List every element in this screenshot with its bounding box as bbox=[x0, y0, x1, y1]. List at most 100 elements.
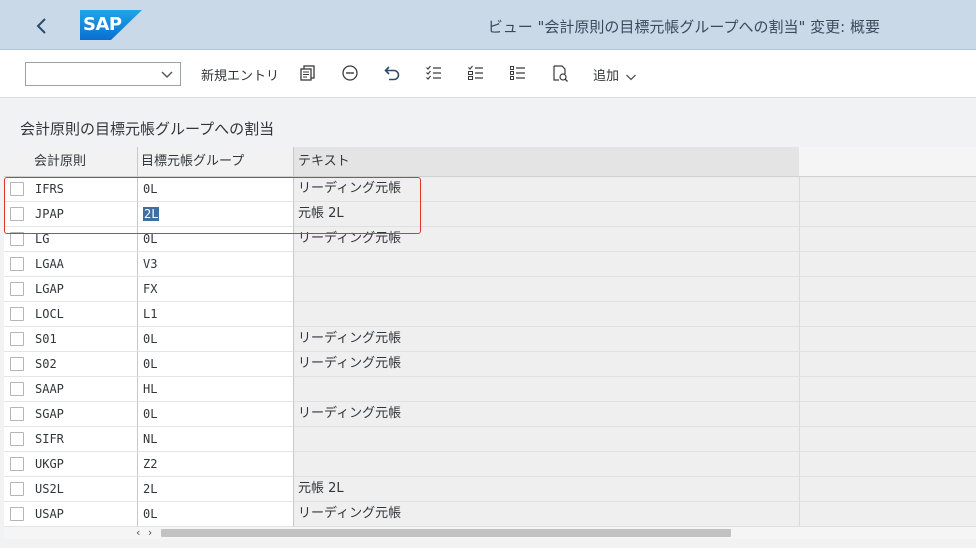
row-selector[interactable] bbox=[4, 177, 28, 202]
row-checkbox[interactable] bbox=[10, 432, 24, 446]
row-checkbox[interactable] bbox=[10, 207, 24, 221]
cell-ledger-group[interactable]: NL bbox=[137, 427, 293, 452]
cell-ledger-group[interactable]: 0L bbox=[137, 352, 293, 377]
delete-icon[interactable] bbox=[340, 63, 360, 83]
cell-ledger-group[interactable]: Z2 bbox=[137, 452, 293, 477]
back-button[interactable] bbox=[26, 10, 58, 42]
ledger-group-value[interactable]: 2L bbox=[143, 207, 160, 221]
cell-ledger-group[interactable]: HL bbox=[137, 377, 293, 402]
row-checkbox[interactable] bbox=[10, 507, 24, 521]
cell-text: リーディング元帳 bbox=[293, 327, 799, 352]
select-all-header[interactable] bbox=[4, 147, 28, 177]
ledger-group-value[interactable]: 0L bbox=[143, 182, 157, 196]
ledger-group-value[interactable]: 0L bbox=[143, 357, 157, 371]
ledger-group-value[interactable]: V3 bbox=[143, 257, 157, 271]
row-checkbox[interactable] bbox=[10, 182, 24, 196]
row-selector[interactable] bbox=[4, 402, 28, 427]
table-row[interactable]: LGAP FX bbox=[4, 277, 976, 302]
row-selector[interactable] bbox=[4, 277, 28, 302]
undo-icon[interactable] bbox=[382, 63, 402, 83]
ledger-group-value[interactable]: 2L bbox=[143, 482, 157, 496]
row-checkbox[interactable] bbox=[10, 382, 24, 396]
cell-text bbox=[293, 277, 799, 302]
details-icon[interactable] bbox=[550, 63, 570, 83]
column-header-principle[interactable]: 会計原則 bbox=[28, 147, 137, 177]
horizontal-scrollbar[interactable]: ‹ › bbox=[4, 526, 976, 539]
cell-ledger-group[interactable]: V3 bbox=[137, 252, 293, 277]
column-header-ledger-group[interactable]: 目標元帳グループ bbox=[137, 147, 293, 177]
text-value: 元帳 2L bbox=[298, 481, 344, 496]
copy-icon[interactable] bbox=[298, 63, 318, 83]
cell-ledger-group[interactable]: 0L bbox=[137, 177, 293, 202]
new-entry-button[interactable]: 新規エントリ bbox=[201, 65, 279, 84]
table-row[interactable]: SAAP HL bbox=[4, 377, 976, 402]
ledger-group-value[interactable]: 0L bbox=[143, 232, 157, 246]
row-selector[interactable] bbox=[4, 377, 28, 402]
row-selector[interactable] bbox=[4, 352, 28, 377]
ledger-group-value[interactable]: 0L bbox=[143, 332, 157, 346]
column-header-text[interactable]: テキスト bbox=[293, 147, 799, 177]
select-all-icon[interactable] bbox=[424, 63, 444, 83]
row-selector[interactable] bbox=[4, 227, 28, 252]
ledger-group-value[interactable]: NL bbox=[143, 432, 157, 446]
row-checkbox[interactable] bbox=[10, 482, 24, 496]
ledger-group-value[interactable]: HL bbox=[143, 382, 157, 396]
row-checkbox[interactable] bbox=[10, 257, 24, 271]
cell-principle: LOCL bbox=[28, 302, 137, 327]
scroll-arrows[interactable]: ‹ › bbox=[136, 526, 154, 539]
row-checkbox[interactable] bbox=[10, 332, 24, 346]
ledger-group-value[interactable]: 0L bbox=[143, 407, 157, 421]
table-row[interactable]: US2L 2L 元帳 2L bbox=[4, 477, 976, 502]
table-row[interactable]: JPAP 2L 元帳 2L bbox=[4, 202, 976, 227]
text-value: リーディング元帳 bbox=[298, 331, 402, 346]
row-checkbox[interactable] bbox=[10, 232, 24, 246]
ledger-group-value[interactable]: Z2 bbox=[143, 457, 157, 471]
row-checkbox[interactable] bbox=[10, 457, 24, 471]
row-selector[interactable] bbox=[4, 427, 28, 452]
cell-principle: SAAP bbox=[28, 377, 137, 402]
sap-logo[interactable]: SAP bbox=[80, 10, 142, 40]
row-checkbox[interactable] bbox=[10, 282, 24, 296]
add-menu-button[interactable]: 追加 bbox=[593, 65, 637, 84]
cell-ledger-group[interactable]: 2L bbox=[137, 477, 293, 502]
principle-value: LOCL bbox=[35, 307, 64, 321]
deselect-all-icon[interactable] bbox=[466, 63, 486, 83]
row-checkbox[interactable] bbox=[10, 407, 24, 421]
cell-principle: JPAP bbox=[28, 202, 137, 227]
ledger-group-value[interactable]: 0L bbox=[143, 507, 157, 521]
row-selector[interactable] bbox=[4, 477, 28, 502]
table-row[interactable]: S01 0L リーディング元帳 bbox=[4, 327, 976, 352]
table-row[interactable]: LOCL L1 bbox=[4, 302, 976, 327]
select-block-icon[interactable] bbox=[508, 63, 528, 83]
cell-ledger-group[interactable]: 0L bbox=[137, 502, 293, 527]
row-checkbox[interactable] bbox=[10, 307, 24, 321]
command-dropdown[interactable] bbox=[25, 62, 181, 86]
row-selector[interactable] bbox=[4, 452, 28, 477]
row-selector[interactable] bbox=[4, 302, 28, 327]
cell-ledger-group[interactable]: 0L bbox=[137, 327, 293, 352]
cell-ledger-group[interactable]: 0L bbox=[137, 227, 293, 252]
row-selector[interactable] bbox=[4, 252, 28, 277]
table-row[interactable]: IFRS 0L リーディング元帳 bbox=[4, 177, 976, 202]
cell-ledger-group[interactable]: L1 bbox=[137, 302, 293, 327]
table-row[interactable]: SIFR NL bbox=[4, 427, 976, 452]
row-selector[interactable] bbox=[4, 327, 28, 352]
text-value: 元帳 2L bbox=[298, 206, 344, 221]
row-checkbox[interactable] bbox=[10, 357, 24, 371]
table-row[interactable]: LGAA V3 bbox=[4, 252, 976, 277]
table-row[interactable]: LG 0L リーディング元帳 bbox=[4, 227, 976, 252]
table-row[interactable]: SGAP 0L リーディング元帳 bbox=[4, 402, 976, 427]
row-selector[interactable] bbox=[4, 502, 28, 527]
cell-principle: S01 bbox=[28, 327, 137, 352]
ledger-group-value[interactable]: FX bbox=[143, 282, 157, 296]
cell-ledger-group[interactable]: 0L bbox=[137, 402, 293, 427]
ledger-group-value[interactable]: L1 bbox=[143, 307, 157, 321]
scrollbar-thumb[interactable] bbox=[161, 529, 731, 537]
cell-ledger-group[interactable]: FX bbox=[137, 277, 293, 302]
row-selector[interactable] bbox=[4, 202, 28, 227]
table-row[interactable]: S02 0L リーディング元帳 bbox=[4, 352, 976, 377]
cell-ledger-group[interactable]: 2L bbox=[137, 202, 293, 227]
table-row[interactable]: UKGP Z2 bbox=[4, 452, 976, 477]
text-value: リーディング元帳 bbox=[298, 356, 402, 371]
table-row[interactable]: USAP 0L リーディング元帳 bbox=[4, 502, 976, 527]
